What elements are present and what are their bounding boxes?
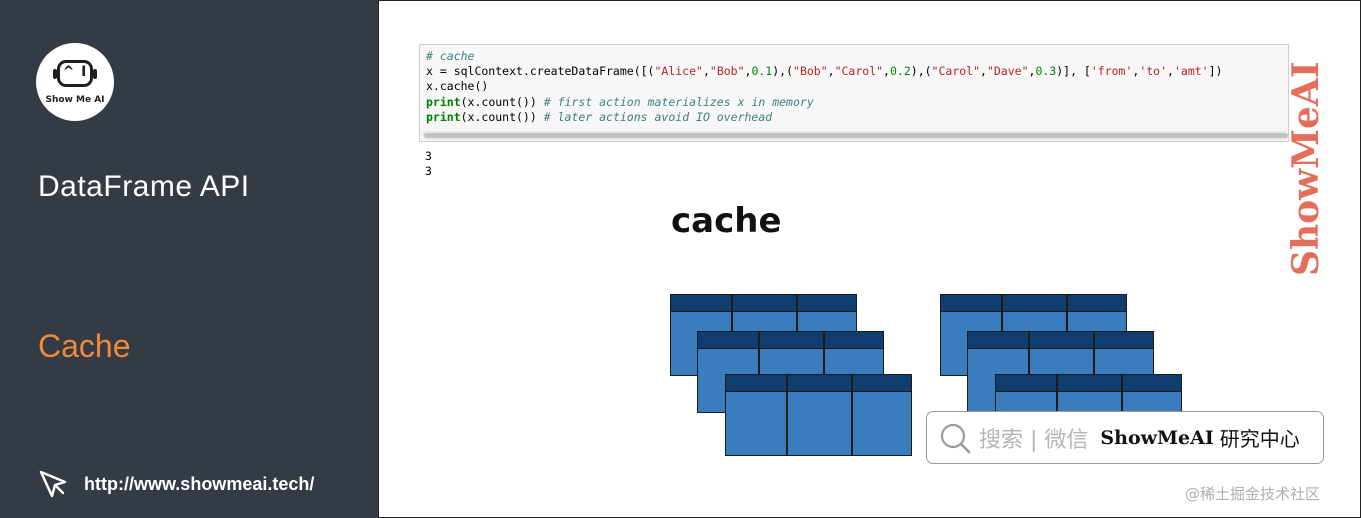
showmeai-watermark: ShowMeAI xyxy=(1285,61,1327,276)
search-brand-cn: 研究中心 xyxy=(1219,427,1300,451)
showmeai-logo: ^ I Show Me AI xyxy=(36,43,114,121)
website-url: http://www.showmeai.tech/ xyxy=(84,473,315,494)
cell-output: 3 3 xyxy=(425,149,432,179)
main-panel: # cache x = sqlContext.createDataFrame([… xyxy=(378,0,1361,518)
robot-face-icon: ^ I xyxy=(53,60,97,87)
code-cell[interactable]: # cache x = sqlContext.createDataFrame([… xyxy=(419,44,1289,142)
sidebar: ^ I Show Me AI DataFrame API Cache http:… xyxy=(0,0,378,518)
code-text: # cache x = sqlContext.createDataFrame([… xyxy=(426,49,1223,124)
website-link[interactable]: http://www.showmeai.tech/ xyxy=(36,467,314,501)
horizontal-scrollbar[interactable] xyxy=(422,131,1288,140)
search-banner[interactable]: 搜索 | 微信 ShowMeAI 研究中心 xyxy=(926,411,1324,464)
search-brand: ShowMeAI xyxy=(1100,426,1214,449)
sidebar-title: DataFrame API xyxy=(38,170,250,203)
diagram-title: cache xyxy=(671,201,782,241)
scrollbar-thumb[interactable] xyxy=(424,133,1288,138)
watermark-text: ShowMeAI xyxy=(1285,61,1327,276)
footer-credit: @稀土掘金技术社区 xyxy=(1185,485,1321,503)
data-table xyxy=(725,374,912,456)
logo-text: Show Me AI xyxy=(45,95,105,105)
cursor-icon xyxy=(39,470,67,498)
search-hint: 搜索 | 微信 xyxy=(979,427,1089,453)
code-comment: # cache xyxy=(426,49,475,63)
logo-glyph: ^ I xyxy=(62,64,88,80)
search-icon xyxy=(940,423,971,453)
sidebar-section-title: Cache xyxy=(38,328,131,364)
